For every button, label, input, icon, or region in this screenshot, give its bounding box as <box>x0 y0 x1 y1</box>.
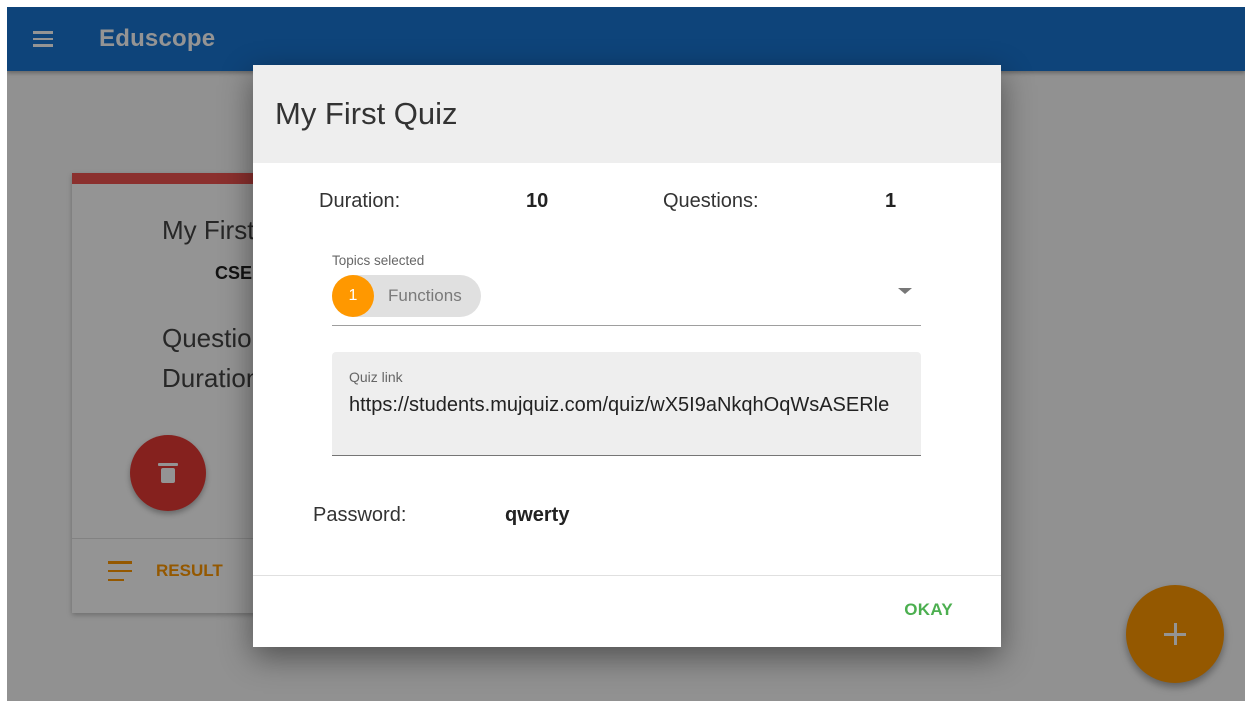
topic-chip[interactable]: 1 Functions <box>332 275 481 317</box>
quiz-link-label: Quiz link <box>349 369 403 385</box>
dialog-title: My First Quiz <box>275 96 458 131</box>
quiz-dialog: My First Quiz Duration: 10 Questions: 1 … <box>253 65 1001 647</box>
quiz-link-value[interactable]: https://students.mujquiz.com/quiz/wX5I9a… <box>349 393 909 417</box>
chip-label: Functions <box>388 286 462 305</box>
okay-button[interactable]: OKAY <box>904 600 953 620</box>
app-frame: Eduscope My First Quiz CSE Questions Dur… <box>7 7 1245 701</box>
dialog-header: My First Quiz <box>253 65 1001 163</box>
password-value: qwerty <box>505 504 570 526</box>
questions-value: 1 <box>885 190 897 212</box>
duration-label: Duration: <box>319 190 401 212</box>
quiz-link-field[interactable]: Quiz link https://students.mujquiz.com/q… <box>332 352 921 456</box>
topics-label: Topics selected <box>332 253 425 268</box>
password-label: Password: <box>313 504 407 526</box>
topics-select[interactable]: Topics selected 1 Functions <box>332 253 921 326</box>
dialog-divider <box>253 575 1001 576</box>
duration-value: 10 <box>526 190 549 212</box>
chip-avatar: 1 <box>332 275 374 317</box>
chevron-down-icon[interactable] <box>898 288 912 294</box>
questions-label: Questions: <box>663 190 759 212</box>
